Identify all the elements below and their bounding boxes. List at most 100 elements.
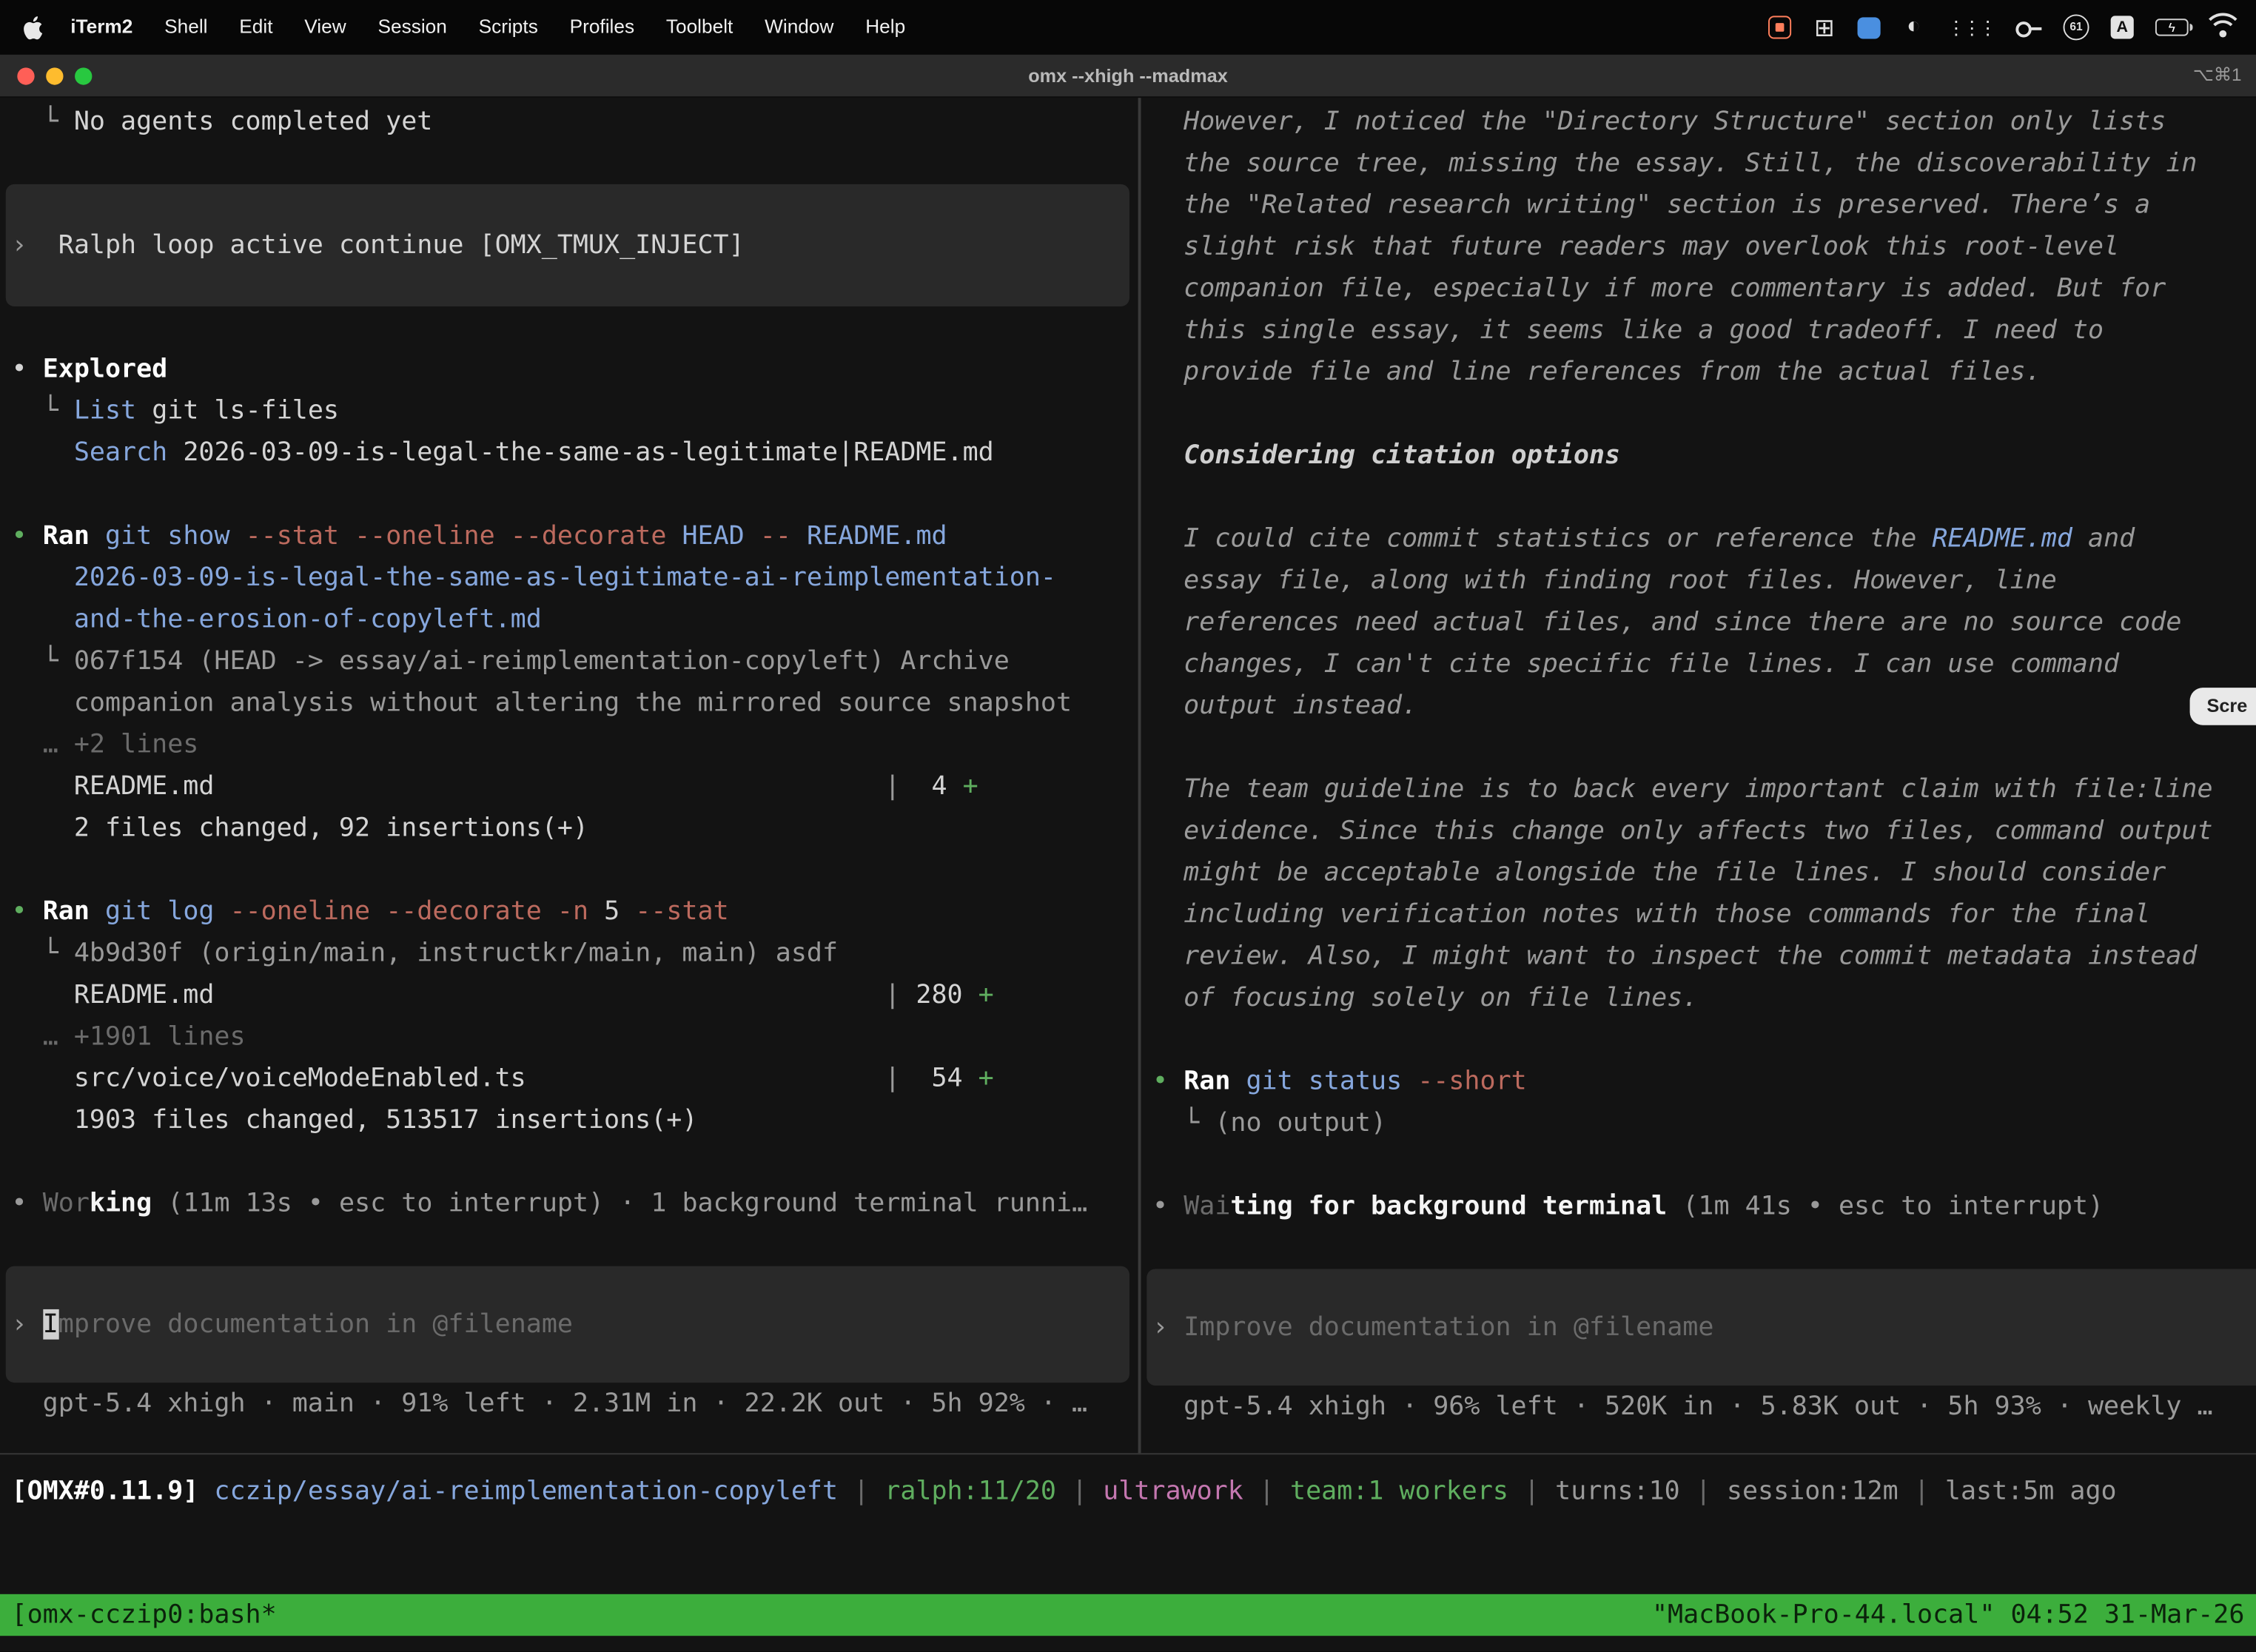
text-segment: I could cite commit statistics or refere… bbox=[1152, 524, 1932, 554]
text-segment: • bbox=[12, 1189, 43, 1219]
text-segment: README.md bbox=[1932, 524, 2072, 554]
text-segment: ting for background terminal bbox=[1230, 1192, 1667, 1222]
terminal-line: … +2 lines bbox=[0, 724, 1138, 765]
text-segment: + bbox=[978, 1064, 994, 1094]
menu-item-toolbelt[interactable]: Toolbelt bbox=[650, 0, 748, 55]
prompt-input[interactable]: › Improve documentation in @filename bbox=[6, 1266, 1129, 1383]
terminal-line: of focusing solely on file lines. bbox=[1141, 977, 2256, 1018]
menu-item-edit[interactable]: Edit bbox=[224, 0, 289, 55]
omx-status-line: [OMX#0.11.9] cczip/essay/ai-reimplementa… bbox=[0, 1471, 2256, 1512]
shell-app-icon[interactable]: ◐ bbox=[1902, 12, 1925, 44]
terminal-line: output instead. bbox=[1141, 685, 2256, 726]
menu-item-view[interactable]: View bbox=[289, 0, 362, 55]
blank-line bbox=[0, 142, 1138, 184]
text-segment: Improve documentation in @filename bbox=[1184, 1312, 1713, 1343]
text-segment: 2026-03-09-is-legal-the-same-as-legitima… bbox=[74, 563, 1056, 593]
tmux-host-clock: "MacBook-Pro-44.local" 04:52 31-Mar-26 bbox=[1652, 1594, 2245, 1636]
menu-bar-status-area: ⊞ ◐ ⋮⋮⋮ 61 Aϟ bbox=[1768, 12, 2256, 44]
macos-menu-bar: iTerm2ShellEditViewSessionScriptsProfile… bbox=[0, 0, 2256, 55]
text-segment: 4b9d30f (origin/main, instructkr/main, m… bbox=[74, 938, 838, 968]
text-segment: HEAD bbox=[682, 521, 759, 551]
pane-right-body: However, I noticed the "Directory Struct… bbox=[1141, 101, 2256, 1427]
session-status-line: gpt-5.4 xhigh · 96% left · 520K in · 5.8… bbox=[1141, 1386, 2256, 1427]
blank-line bbox=[0, 306, 1138, 348]
text-segment: | bbox=[884, 1064, 900, 1094]
terminal-line: including verification notes with those … bbox=[1141, 893, 2256, 935]
window-title-bar[interactable]: omx --xhigh --madmax ⌥⌘1 bbox=[0, 55, 2256, 98]
terminal-line: companion file, especially if more comme… bbox=[1141, 268, 2256, 309]
shell-app-icon-glyph: ◐ bbox=[1907, 16, 1921, 38]
menu-item-profiles[interactable]: Profiles bbox=[554, 0, 650, 55]
tiles-icon[interactable]: ⊞ bbox=[1813, 12, 1836, 44]
terminal-line: └ No agents completed yet bbox=[0, 101, 1138, 142]
text-segment: › bbox=[1152, 1312, 1184, 1343]
text-segment bbox=[12, 604, 74, 634]
text-segment: › bbox=[12, 1309, 43, 1340]
text-segment: 4 bbox=[900, 771, 962, 802]
text-segment: | bbox=[1899, 1476, 1945, 1506]
terminal-line: references need actual files, and since … bbox=[1141, 602, 2256, 643]
blank-line bbox=[0, 1224, 1138, 1266]
text-segment: └ bbox=[1152, 1108, 1215, 1138]
text-segment: └ bbox=[12, 396, 74, 426]
text-segment: of focusing solely on file lines. bbox=[1152, 983, 1698, 1013]
wifi-icon[interactable] bbox=[2210, 17, 2236, 37]
terminal-line: companion analysis without altering the … bbox=[0, 682, 1138, 723]
menu-item-scripts[interactable]: Scripts bbox=[463, 0, 554, 55]
text-segment: (1m 41s • esc to interrupt) bbox=[1682, 1192, 2104, 1222]
text-segment: -- bbox=[760, 521, 807, 551]
menu-item-shell[interactable]: Shell bbox=[149, 0, 224, 55]
terminal-line: evidence. Since this change only affects… bbox=[1141, 810, 2256, 851]
menu-item-iterm2[interactable]: iTerm2 bbox=[55, 0, 149, 55]
text-segment: --stat bbox=[635, 896, 728, 927]
text-segment bbox=[1667, 1192, 1682, 1222]
screen-notification[interactable]: Scre bbox=[2189, 688, 2256, 725]
text-segment: ralph:11/20 bbox=[884, 1476, 1056, 1506]
terminal-line: └ 067f154 (HEAD -> essay/ai-reimplementa… bbox=[0, 640, 1138, 682]
blank-line bbox=[1141, 476, 2256, 517]
text-segment bbox=[214, 980, 884, 1010]
text-segment: Search bbox=[74, 437, 167, 468]
terminal[interactable]: └ No agents completed yet› Ralph loop ac… bbox=[0, 98, 2256, 1651]
wifi-outer-arc bbox=[2203, 13, 2243, 53]
text-segment: 2026-03-09-is-legal-the-same-as-legitima… bbox=[167, 437, 993, 468]
text-segment: provide file and line references from th… bbox=[1152, 357, 2041, 387]
pane-left[interactable]: └ No agents completed yet› Ralph loop ac… bbox=[0, 98, 1138, 1453]
pane-right[interactable]: However, I noticed the "Directory Struct… bbox=[1141, 98, 2256, 1453]
apple-menu-icon[interactable] bbox=[23, 15, 43, 39]
key-icon[interactable] bbox=[2015, 15, 2041, 39]
menu-item-window[interactable]: Window bbox=[749, 0, 850, 55]
text-segment: git show bbox=[105, 521, 246, 551]
session-status-line: gpt-5.4 xhigh · main · 91% left · 2.31M … bbox=[0, 1383, 1138, 1424]
text-segment: src/voice/voiceModeEnabled.ts bbox=[12, 1064, 526, 1094]
dots-grid-icon[interactable]: ⋮⋮⋮ bbox=[1947, 12, 1994, 44]
menu-item-help[interactable]: Help bbox=[850, 0, 921, 55]
text-segment: last:5m ago bbox=[1945, 1476, 2117, 1506]
text-segment bbox=[214, 771, 884, 802]
window-title: omx --xhigh --madmax bbox=[0, 55, 2256, 96]
battery-icon[interactable]: ϟ bbox=[2155, 19, 2189, 36]
text-segment: + bbox=[978, 980, 994, 1010]
input-source-icon[interactable]: A bbox=[2111, 16, 2134, 38]
terminal-line: 2026-03-09-is-legal-the-same-as-legitima… bbox=[0, 557, 1138, 598]
text-segment: • bbox=[12, 521, 43, 551]
omx-status-bar: [OMX#0.11.9] cczip/essay/ai-reimplementa… bbox=[0, 1453, 2256, 1594]
text-segment: README.md bbox=[12, 980, 215, 1010]
text-segment: Explored bbox=[43, 354, 168, 384]
prompt-input[interactable]: › Improve documentation in @filename bbox=[1147, 1269, 2256, 1386]
text-segment: --stat --oneline --decorate bbox=[246, 521, 682, 551]
menu-item-session[interactable]: Session bbox=[362, 0, 463, 55]
terminal-line: and-the-erosion-of-copyleft.md bbox=[0, 599, 1138, 640]
gauge-icon[interactable]: 61 bbox=[2064, 14, 2089, 40]
blank-line bbox=[0, 849, 1138, 890]
text-segment: --oneline --decorate bbox=[230, 896, 557, 927]
screen-recording-indicator-icon[interactable] bbox=[1768, 16, 1791, 38]
text-segment: README.md bbox=[12, 771, 215, 802]
text-segment: output instead. bbox=[1152, 691, 1417, 721]
text-segment: | bbox=[1680, 1476, 1727, 1506]
raycast-icon[interactable] bbox=[1858, 16, 1881, 38]
text-segment: gpt-5.4 xhigh · main · 91% left · 2.31M … bbox=[12, 1389, 1088, 1419]
text-segment: • bbox=[12, 354, 43, 384]
text-segment: └ bbox=[12, 107, 74, 137]
text-segment: • bbox=[1152, 1066, 1184, 1096]
